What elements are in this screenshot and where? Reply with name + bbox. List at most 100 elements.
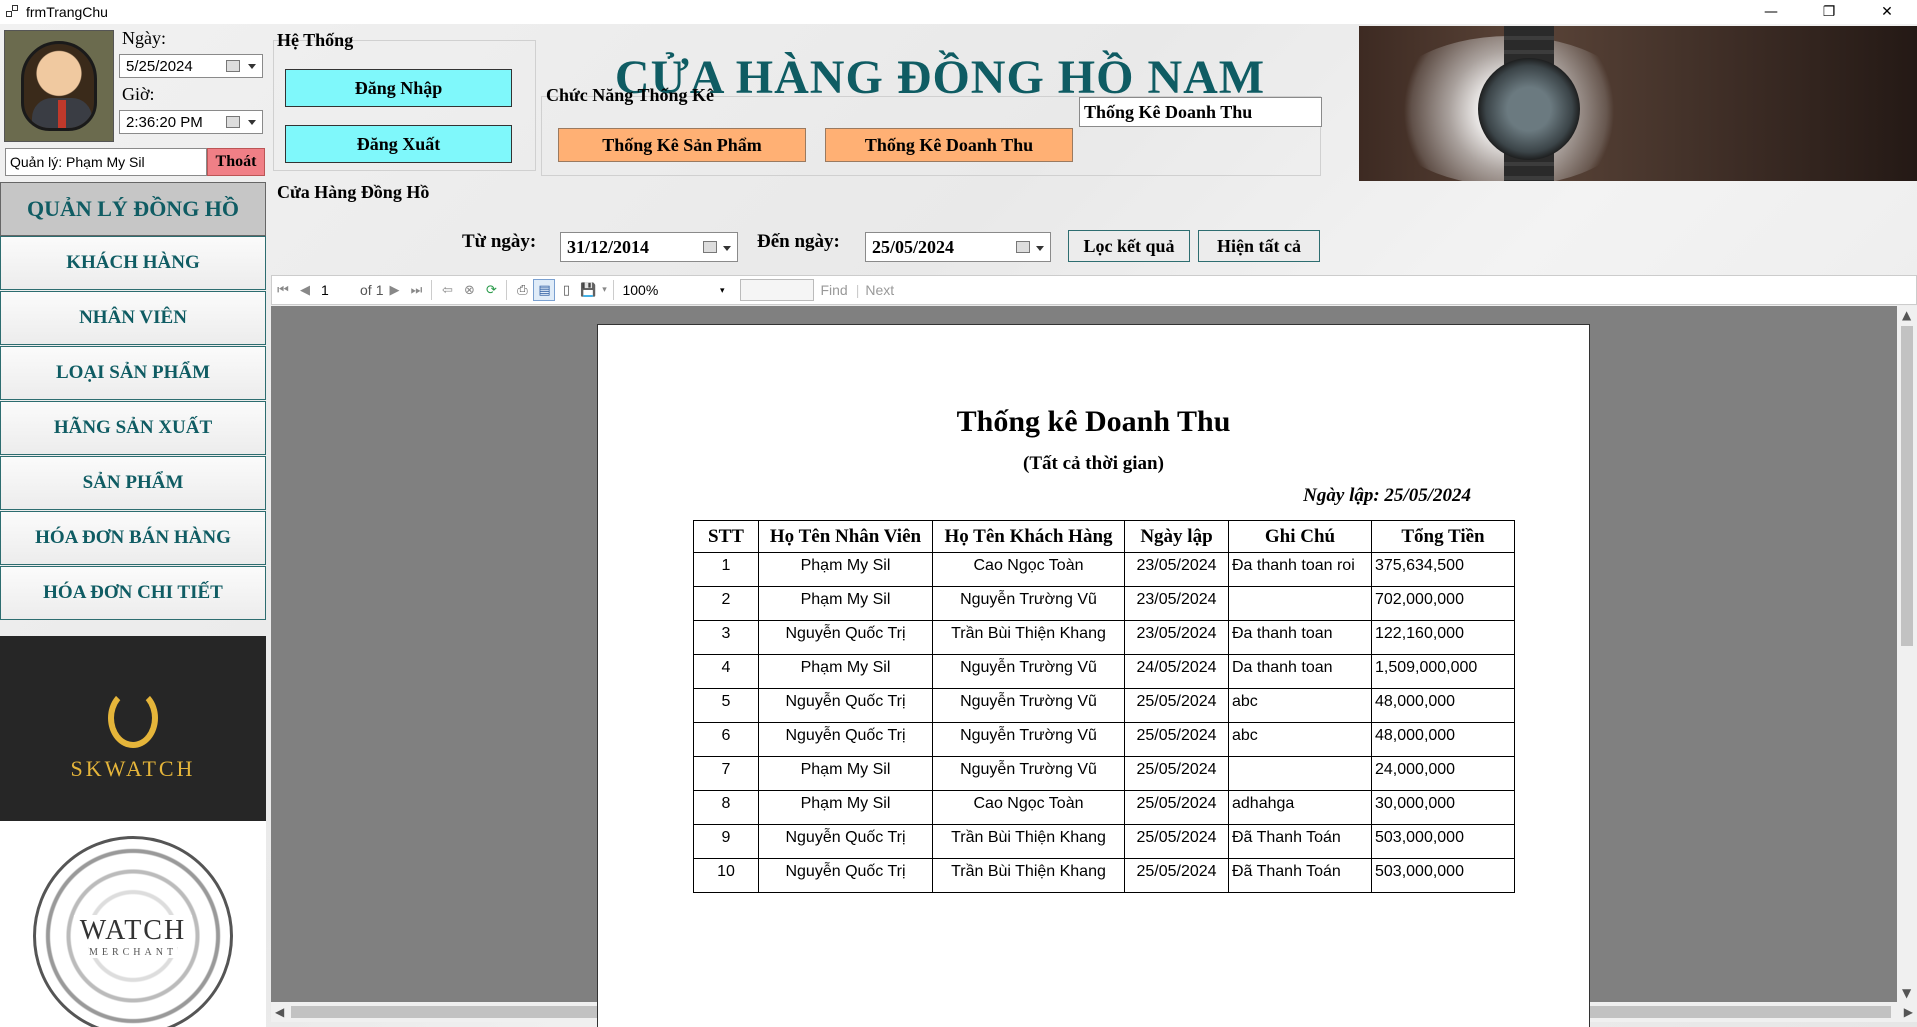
scroll-thumb[interactable] bbox=[1901, 326, 1913, 646]
page-of-label: of bbox=[360, 282, 372, 298]
manager-field[interactable]: Quản lý: Phạm My Sil bbox=[5, 148, 207, 176]
table-body: 1 Phạm My Sil Cao Ngọc Toàn 23/05/2024 Đa th… bbox=[693, 552, 1515, 893]
stop-icon[interactable]: ⊗ bbox=[458, 279, 480, 301]
sidebar-item-manufacturers[interactable]: HÃNG SẢN XUẤT bbox=[0, 401, 266, 455]
page-number-input[interactable]: 1 bbox=[316, 280, 356, 300]
find-link[interactable]: Find bbox=[820, 282, 847, 298]
show-all-button[interactable]: Hiện tất cả bbox=[1198, 230, 1320, 262]
to-date-value: 25/05/2024 bbox=[872, 236, 955, 257]
print-icon[interactable]: ⎙ bbox=[511, 279, 533, 301]
table-cell: Nguyễn Trường Vũ bbox=[932, 756, 1125, 791]
from-date-value: 31/12/2014 bbox=[567, 236, 650, 257]
table-cell: 503,000,000 bbox=[1371, 824, 1515, 859]
page-setup-icon[interactable]: ▯ bbox=[555, 279, 577, 301]
table-row: 1 Phạm My Sil Cao Ngọc Toàn 23/05/2024 Đa th… bbox=[693, 552, 1515, 587]
table-row: 2 Phạm My Sil Nguyễn Trường Vũ 23/05/2024 70… bbox=[693, 586, 1515, 621]
sidebar-item-products[interactable]: SẢN PHẨM bbox=[0, 456, 266, 510]
dropdown-arrow-icon[interactable] bbox=[723, 246, 731, 251]
sidebar-item-sales-invoices[interactable]: HÓA ĐƠN BÁN HÀNG bbox=[0, 511, 266, 565]
restore-button[interactable]: ❐ bbox=[1806, 0, 1852, 24]
current-stat-field[interactable]: Thống Kê Doanh Thu bbox=[1079, 97, 1322, 127]
sidebar-item-product-types[interactable]: LOẠI SẢN PHẨM bbox=[0, 346, 266, 400]
date-value: 5/25/2024 bbox=[126, 57, 193, 75]
logout-button[interactable]: Đăng Xuất bbox=[285, 125, 512, 163]
print-layout-icon[interactable]: ▤ bbox=[533, 279, 556, 301]
vertical-scrollbar[interactable]: ▲ ▼ bbox=[1897, 306, 1917, 1002]
table-cell: Đã Thanh Toán bbox=[1228, 858, 1372, 893]
calendar-icon[interactable] bbox=[226, 60, 240, 72]
scroll-right-icon[interactable]: ▶ bbox=[1904, 1005, 1913, 1019]
close-button[interactable]: ✕ bbox=[1864, 0, 1910, 24]
merchant-logo-title: WATCH bbox=[73, 914, 193, 947]
time-label: Giờ: bbox=[122, 84, 155, 104]
page-total: 1 bbox=[375, 282, 384, 298]
table-cell: Da thanh toan bbox=[1228, 654, 1372, 689]
time-picker[interactable]: 2:36:20 PM bbox=[119, 110, 263, 134]
from-date-picker[interactable]: 31/12/2014 bbox=[560, 232, 738, 262]
calendar-icon[interactable] bbox=[226, 116, 240, 128]
main-form: Ngày: 5/25/2024 Giờ: 2:36:20 PM Quản lý:… bbox=[0, 24, 1917, 1027]
date-label: Ngày: bbox=[122, 28, 166, 48]
table-cell: Nguyễn Quốc Trị bbox=[758, 858, 933, 893]
last-page-icon[interactable]: ⏭ bbox=[405, 279, 427, 301]
find-next-link[interactable]: Next bbox=[865, 282, 894, 298]
zoom-select[interactable]: 100% ▾ bbox=[618, 279, 728, 301]
table-cell: 48,000,000 bbox=[1371, 688, 1515, 723]
dropdown-arrow-icon[interactable] bbox=[248, 120, 256, 125]
table-row: 4 Phạm My Sil Nguyễn Trường Vũ 24/05/2024 Da… bbox=[693, 654, 1515, 689]
minimize-button[interactable]: — bbox=[1748, 0, 1794, 24]
sidebar-item-invoice-details[interactable]: HÓA ĐƠN CHI TIẾT bbox=[0, 566, 266, 620]
first-page-icon[interactable]: ⏮ bbox=[272, 279, 294, 301]
table-cell: Trần Bùi Thiện Khang bbox=[932, 620, 1125, 655]
table-cell: 9 bbox=[693, 824, 759, 859]
next-page-icon[interactable]: ▶ bbox=[383, 279, 405, 301]
table-row: 5 Nguyễn Quốc Trị Nguyễn Trường Vũ 25/05/20… bbox=[693, 688, 1515, 723]
revenue-stats-button[interactable]: Thống Kê Doanh Thu bbox=[825, 128, 1073, 162]
system-group-title: Hệ Thống bbox=[277, 30, 354, 50]
find-input[interactable] bbox=[740, 279, 815, 301]
dropdown-arrow-icon[interactable] bbox=[1036, 246, 1044, 251]
back-icon[interactable]: ⇦ bbox=[436, 279, 458, 301]
report-subtitle: (Tất cả thời gian) bbox=[1023, 453, 1164, 474]
scroll-down-icon[interactable]: ▼ bbox=[1902, 986, 1911, 1000]
refresh-icon[interactable]: ⟳ bbox=[480, 279, 502, 301]
calendar-icon[interactable] bbox=[703, 241, 717, 253]
app-icon bbox=[6, 5, 20, 19]
report-created-date: Ngày lập: 25/05/2024 bbox=[1303, 485, 1471, 506]
gear-icon: WATCH MERCHANT bbox=[33, 836, 233, 1027]
calendar-icon[interactable] bbox=[1016, 241, 1030, 253]
table-cell: 4 bbox=[693, 654, 759, 689]
table-cell: 25/05/2024 bbox=[1124, 858, 1229, 893]
login-button[interactable]: Đăng Nhập bbox=[285, 69, 512, 107]
sidebar-header: QUẢN LÝ ĐỒNG HỒ bbox=[0, 182, 266, 236]
table-cell: 122,160,000 bbox=[1371, 620, 1515, 655]
table-cell: 25/05/2024 bbox=[1124, 790, 1229, 825]
export-dropdown-icon[interactable]: ▾ bbox=[599, 279, 609, 301]
sidebar-item-employees[interactable]: NHÂN VIÊN bbox=[0, 291, 266, 345]
export-icon[interactable]: 💾 bbox=[577, 279, 599, 301]
sidebar-item-customers[interactable]: KHÁCH HÀNG bbox=[0, 236, 266, 290]
clock-logo-icon bbox=[108, 687, 158, 748]
date-picker[interactable]: 5/25/2024 bbox=[119, 54, 263, 78]
table-cell: 24,000,000 bbox=[1371, 756, 1515, 791]
toolbar-separator bbox=[431, 280, 433, 300]
scroll-left-icon[interactable]: ◀ bbox=[275, 1005, 284, 1019]
table-cell: Nguyễn Quốc Trị bbox=[758, 620, 933, 655]
avatar bbox=[4, 30, 114, 142]
filter-button[interactable]: Lọc kết quả bbox=[1068, 230, 1190, 262]
skwatch-logo: SKWATCH bbox=[0, 636, 266, 821]
table-cell: 6 bbox=[693, 722, 759, 757]
exit-button[interactable]: Thoát bbox=[207, 148, 265, 176]
table-cell: Trần Bùi Thiện Khang bbox=[932, 858, 1125, 893]
previous-page-icon[interactable]: ◀ bbox=[294, 279, 316, 301]
product-stats-button[interactable]: Thống Kê Sản Phẩm bbox=[558, 128, 806, 162]
table-cell bbox=[1228, 756, 1372, 791]
table-cell: Nguyễn Quốc Trị bbox=[758, 688, 933, 723]
scroll-up-icon[interactable]: ▲ bbox=[1902, 308, 1911, 322]
dropdown-arrow-icon[interactable] bbox=[248, 64, 256, 69]
table-cell: Cao Ngọc Toàn bbox=[932, 790, 1125, 825]
zoom-value: 100% bbox=[622, 282, 659, 298]
zoom-dropdown-icon[interactable]: ▾ bbox=[720, 285, 725, 296]
to-date-picker[interactable]: 25/05/2024 bbox=[865, 232, 1051, 262]
table-cell: 1,509,000,000 bbox=[1371, 654, 1515, 689]
